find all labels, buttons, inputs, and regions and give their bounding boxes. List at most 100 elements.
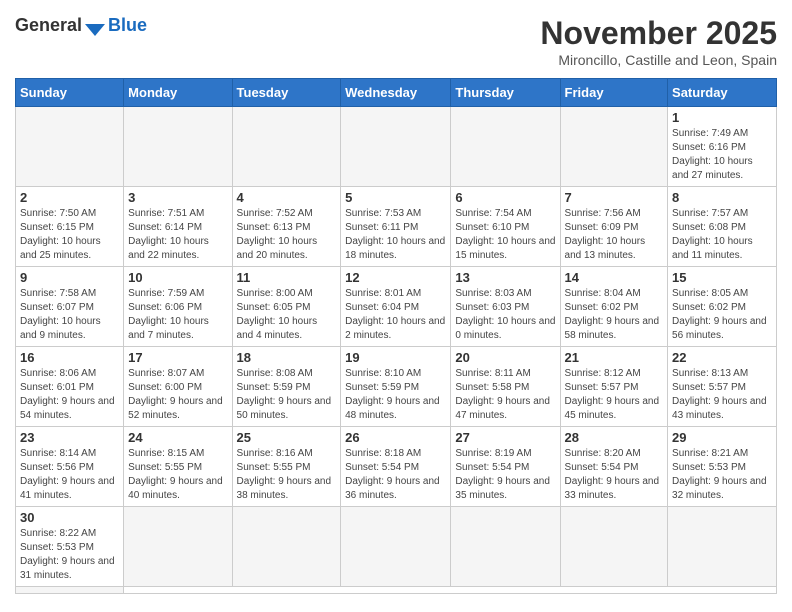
- calendar-cell: 1Sunrise: 7:49 AM Sunset: 6:16 PM Daylig…: [668, 107, 777, 187]
- day-info: Sunrise: 8:10 AM Sunset: 5:59 PM Dayligh…: [345, 367, 446, 423]
- calendar-cell: [124, 107, 232, 187]
- day-number: 2: [20, 190, 119, 205]
- day-info: Sunrise: 8:20 AM Sunset: 5:54 PM Dayligh…: [565, 447, 664, 503]
- logo-triangle-icon: [85, 16, 105, 36]
- calendar-row: [16, 587, 777, 594]
- day-info: Sunrise: 8:00 AM Sunset: 6:05 PM Dayligh…: [237, 287, 337, 343]
- day-info: Sunrise: 7:52 AM Sunset: 6:13 PM Dayligh…: [237, 207, 337, 263]
- calendar-cell: 12 Sunrise: 8:01 AM Sunset: 6:04 PM Dayli…: [341, 267, 451, 347]
- day-number: 29: [672, 430, 772, 445]
- calendar-cell: [341, 507, 451, 587]
- day-info: Sunrise: 8:01 AM Sunset: 6:04 PM Dayligh…: [345, 287, 446, 343]
- location: Mironcillo, Castille and Leon, Spain: [540, 52, 777, 68]
- weekday-header-tuesday: Tuesday: [232, 79, 341, 107]
- logo-general-text: General: [15, 15, 82, 35]
- weekday-header-saturday: Saturday: [668, 79, 777, 107]
- day-number: 15: [672, 270, 772, 285]
- day-number: 24: [128, 430, 227, 445]
- calendar-row: 9 Sunrise: 7:58 AM Sunset: 6:07 PM Daylig…: [16, 267, 777, 347]
- calendar-cell: [341, 107, 451, 187]
- day-info: Sunrise: 8:22 AM Sunset: 5:53 PM Dayligh…: [20, 527, 119, 583]
- day-info: Sunrise: 8:16 AM Sunset: 5:55 PM Dayligh…: [237, 447, 337, 503]
- calendar-cell: 20 Sunrise: 8:11 AM Sunset: 5:58 PM Dayli…: [451, 347, 560, 427]
- calendar-cell: 26 Sunrise: 8:18 AM Sunset: 5:54 PM Dayli…: [341, 427, 451, 507]
- day-info: Sunrise: 7:51 AM Sunset: 6:14 PM Dayligh…: [128, 207, 227, 263]
- calendar-cell: [16, 107, 124, 187]
- day-number: 9: [20, 270, 119, 285]
- day-info: Sunrise: 8:06 AM Sunset: 6:01 PM Dayligh…: [20, 367, 119, 423]
- weekday-header-monday: Monday: [124, 79, 232, 107]
- calendar-cell: [451, 107, 560, 187]
- weekday-header-friday: Friday: [560, 79, 668, 107]
- calendar-cell: 18 Sunrise: 8:08 AM Sunset: 5:59 PM Dayli…: [232, 347, 341, 427]
- day-number: 6: [455, 190, 555, 205]
- calendar-cell: 27Sunrise: 8:19 AM Sunset: 5:54 PM Dayli…: [451, 427, 560, 507]
- calendar-cell: [16, 587, 124, 594]
- calendar-cell: 21Sunrise: 8:12 AM Sunset: 5:57 PM Dayli…: [560, 347, 668, 427]
- day-info: Sunrise: 8:19 AM Sunset: 5:54 PM Dayligh…: [455, 447, 555, 503]
- calendar-cell: 28 Sunrise: 8:20 AM Sunset: 5:54 PM Dayli…: [560, 427, 668, 507]
- day-number: 18: [237, 350, 337, 365]
- calendar-cell: 5Sunrise: 7:53 AM Sunset: 6:11 PM Daylig…: [341, 187, 451, 267]
- day-number: 30: [20, 510, 119, 525]
- day-number: 12: [345, 270, 446, 285]
- day-info: Sunrise: 8:21 AM Sunset: 5:53 PM Dayligh…: [672, 447, 772, 503]
- calendar-row: 16 Sunrise: 8:06 AM Sunset: 6:01 PM Dayli…: [16, 347, 777, 427]
- calendar-cell: 16 Sunrise: 8:06 AM Sunset: 6:01 PM Dayli…: [16, 347, 124, 427]
- calendar-cell: [451, 507, 560, 587]
- calendar-cell: 19 Sunrise: 8:10 AM Sunset: 5:59 PM Dayli…: [341, 347, 451, 427]
- calendar-cell: 17 Sunrise: 8:07 AM Sunset: 6:00 PM Dayli…: [124, 347, 232, 427]
- day-info: Sunrise: 8:08 AM Sunset: 5:59 PM Dayligh…: [237, 367, 337, 423]
- day-info: Sunrise: 7:56 AM Sunset: 6:09 PM Dayligh…: [565, 207, 664, 263]
- day-number: 17: [128, 350, 227, 365]
- day-info: Sunrise: 8:14 AM Sunset: 5:56 PM Dayligh…: [20, 447, 119, 503]
- calendar-cell: 9 Sunrise: 7:58 AM Sunset: 6:07 PM Daylig…: [16, 267, 124, 347]
- day-info: Sunrise: 7:58 AM Sunset: 6:07 PM Dayligh…: [20, 287, 119, 343]
- calendar-cell: [668, 507, 777, 587]
- month-title: November 2025: [540, 15, 777, 52]
- day-info: Sunrise: 8:07 AM Sunset: 6:00 PM Dayligh…: [128, 367, 227, 423]
- calendar-cell: 22Sunrise: 8:13 AM Sunset: 5:57 PM Dayli…: [668, 347, 777, 427]
- calendar-cell: 2Sunrise: 7:50 AM Sunset: 6:15 PM Daylig…: [16, 187, 124, 267]
- day-number: 5: [345, 190, 446, 205]
- calendar-cell: 11 Sunrise: 8:00 AM Sunset: 6:05 PM Dayli…: [232, 267, 341, 347]
- calendar-cell: 30 Sunrise: 8:22 AM Sunset: 5:53 PM Dayli…: [16, 507, 124, 587]
- calendar-cell: 24 Sunrise: 8:15 AM Sunset: 5:55 PM Dayli…: [124, 427, 232, 507]
- day-number: 1: [672, 110, 772, 125]
- weekday-header-thursday: Thursday: [451, 79, 560, 107]
- day-number: 21: [565, 350, 664, 365]
- calendar-cell: 25 Sunrise: 8:16 AM Sunset: 5:55 PM Dayli…: [232, 427, 341, 507]
- day-number: 7: [565, 190, 664, 205]
- day-number: 20: [455, 350, 555, 365]
- day-info: Sunrise: 7:59 AM Sunset: 6:06 PM Dayligh…: [128, 287, 227, 343]
- day-number: 4: [237, 190, 337, 205]
- day-info: Sunrise: 8:13 AM Sunset: 5:57 PM Dayligh…: [672, 367, 772, 423]
- day-number: 11: [237, 270, 337, 285]
- day-number: 26: [345, 430, 446, 445]
- day-number: 16: [20, 350, 119, 365]
- calendar-cell: 10Sunrise: 7:59 AM Sunset: 6:06 PM Dayli…: [124, 267, 232, 347]
- day-number: 25: [237, 430, 337, 445]
- calendar-table: SundayMondayTuesdayWednesdayThursdayFrid…: [15, 78, 777, 594]
- day-info: Sunrise: 8:15 AM Sunset: 5:55 PM Dayligh…: [128, 447, 227, 503]
- day-info: Sunrise: 8:18 AM Sunset: 5:54 PM Dayligh…: [345, 447, 446, 503]
- calendar-cell: 3 Sunrise: 7:51 AM Sunset: 6:14 PM Daylig…: [124, 187, 232, 267]
- calendar-cell: 8Sunrise: 7:57 AM Sunset: 6:08 PM Daylig…: [668, 187, 777, 267]
- calendar-row: 1Sunrise: 7:49 AM Sunset: 6:16 PM Daylig…: [16, 107, 777, 187]
- title-area: November 2025 Mironcillo, Castille and L…: [540, 15, 777, 68]
- calendar-cell: 29 Sunrise: 8:21 AM Sunset: 5:53 PM Dayli…: [668, 427, 777, 507]
- day-number: 28: [565, 430, 664, 445]
- day-info: Sunrise: 8:03 AM Sunset: 6:03 PM Dayligh…: [455, 287, 555, 343]
- day-info: Sunrise: 8:11 AM Sunset: 5:58 PM Dayligh…: [455, 367, 555, 423]
- logo: General Blue: [15, 15, 147, 36]
- day-info: Sunrise: 8:04 AM Sunset: 6:02 PM Dayligh…: [565, 287, 664, 343]
- day-number: 19: [345, 350, 446, 365]
- calendar-cell: [124, 507, 232, 587]
- calendar-cell: [232, 107, 341, 187]
- calendar-row: 30 Sunrise: 8:22 AM Sunset: 5:53 PM Dayli…: [16, 507, 777, 587]
- day-info: Sunrise: 7:57 AM Sunset: 6:08 PM Dayligh…: [672, 207, 772, 263]
- calendar-cell: 13Sunrise: 8:03 AM Sunset: 6:03 PM Dayli…: [451, 267, 560, 347]
- day-number: 3: [128, 190, 227, 205]
- weekday-header-wednesday: Wednesday: [341, 79, 451, 107]
- page-header: General Blue November 2025 Mironcillo, C…: [15, 15, 777, 68]
